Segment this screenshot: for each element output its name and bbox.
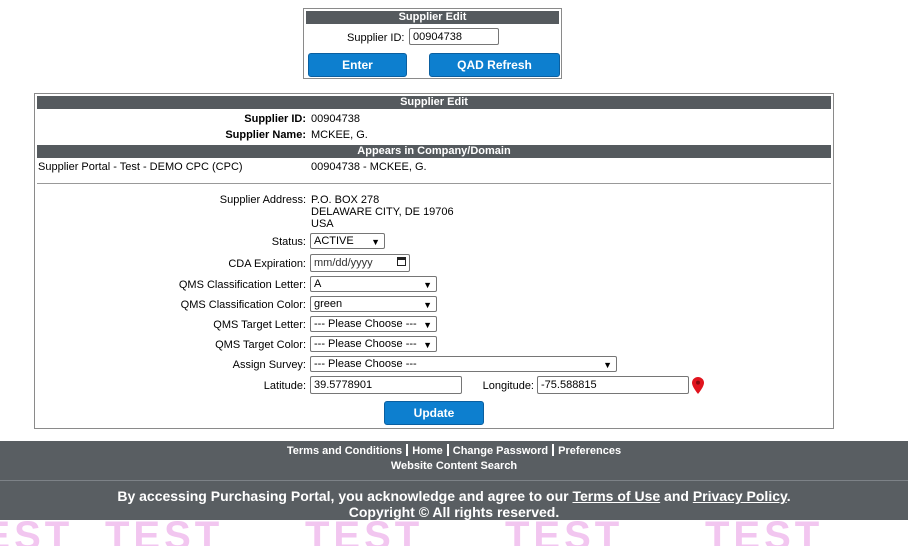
supplier-address-value: P.O. BOX 278 DELAWARE CITY, DE 19706 USA bbox=[311, 194, 454, 230]
lookup-supplier-id-label: Supplier ID: bbox=[347, 32, 405, 44]
enter-button[interactable]: Enter bbox=[308, 53, 407, 77]
footer-links: Terms and Conditions Home Change Password P… bbox=[0, 444, 908, 457]
address-line: DELAWARE CITY, DE 19706 bbox=[311, 206, 454, 218]
supplier-id-value: 00904738 bbox=[311, 113, 360, 125]
watermark-text: TEST bbox=[305, 518, 424, 546]
qms-letter-value: A bbox=[314, 278, 322, 290]
update-button[interactable]: Update bbox=[384, 401, 484, 425]
latitude-label: Latitude: bbox=[263, 380, 306, 392]
status-select[interactable]: ACTIVE ▼ bbox=[310, 233, 385, 249]
watermark-text: TEST bbox=[705, 518, 824, 546]
status-select-value: ACTIVE bbox=[314, 235, 354, 247]
terms-and-conditions-link[interactable]: Terms and Conditions bbox=[287, 445, 402, 457]
supplier-edit-panel: Supplier Edit Supplier ID: 00904738 Supp… bbox=[34, 93, 834, 429]
lookup-header: Supplier Edit bbox=[306, 11, 559, 24]
survey-value: --- Please Choose --- bbox=[314, 358, 417, 370]
target-color-value: --- Please Choose --- bbox=[314, 338, 417, 350]
website-content-search-link[interactable]: Website Content Search bbox=[0, 460, 908, 472]
supplier-name-label: Supplier Name: bbox=[225, 129, 306, 141]
home-link[interactable]: Home bbox=[412, 445, 443, 457]
legal-notice: By accessing Purchasing Portal, you ackn… bbox=[0, 488, 908, 520]
qms-target-color-label: QMS Target Color: bbox=[215, 339, 306, 351]
lookup-supplier-id-input[interactable] bbox=[409, 28, 499, 45]
site-footer: Terms and Conditions Home Change Password P… bbox=[0, 441, 908, 520]
map-marker-icon[interactable] bbox=[692, 377, 704, 394]
qms-classification-letter-label: QMS Classification Letter: bbox=[178, 279, 306, 291]
address-line: P.O. BOX 278 bbox=[311, 194, 380, 206]
chevron-down-icon: ▼ bbox=[423, 320, 432, 330]
link-separator bbox=[552, 444, 555, 456]
qad-refresh-button[interactable]: QAD Refresh bbox=[429, 53, 560, 77]
preferences-link[interactable]: Preferences bbox=[558, 445, 621, 457]
longitude-label: Longitude: bbox=[482, 380, 534, 392]
supplier-lookup-box: Supplier Edit Supplier ID: Enter QAD Ref… bbox=[303, 8, 562, 79]
watermark-text: TEST bbox=[105, 518, 224, 546]
address-line: USA bbox=[311, 218, 334, 230]
qms-target-color-select[interactable]: --- Please Choose --- ▼ bbox=[310, 336, 437, 352]
link-separator bbox=[446, 444, 449, 456]
assign-survey-label: Assign Survey: bbox=[232, 359, 306, 371]
assign-survey-select[interactable]: --- Please Choose --- ▼ bbox=[310, 356, 617, 372]
company-supplier-cell: 00904738 - MCKEE, G. bbox=[311, 161, 427, 173]
company-domain-cell: Supplier Portal - Test - DEMO CPC (CPC) bbox=[38, 161, 243, 173]
qms-target-letter-label: QMS Target Letter: bbox=[213, 319, 306, 331]
target-letter-value: --- Please Choose --- bbox=[314, 318, 417, 330]
chevron-down-icon: ▼ bbox=[603, 360, 612, 370]
terms-of-use-link[interactable]: Terms of Use bbox=[572, 488, 660, 504]
chevron-down-icon: ▼ bbox=[423, 340, 432, 350]
chevron-down-icon: ▼ bbox=[371, 237, 380, 247]
cda-expiration-date-input[interactable]: mm/dd/yyyy bbox=[310, 254, 410, 272]
supplier-edit-header: Supplier Edit bbox=[37, 96, 831, 109]
cda-date-placeholder: mm/dd/yyyy bbox=[314, 257, 373, 269]
qms-classification-letter-select[interactable]: A ▼ bbox=[310, 276, 437, 292]
status-label: Status: bbox=[271, 236, 306, 248]
cda-expiration-label: CDA Expiration: bbox=[228, 258, 306, 270]
legal-period: . bbox=[786, 488, 791, 504]
test-watermark: TEST TEST TEST TEST TEST bbox=[0, 518, 908, 546]
supplier-address-label: Supplier Address: bbox=[219, 194, 306, 206]
privacy-policy-link[interactable]: Privacy Policy bbox=[693, 488, 787, 504]
qms-color-value: green bbox=[314, 298, 343, 310]
change-password-link[interactable]: Change Password bbox=[453, 445, 548, 457]
watermark-text: TEST bbox=[505, 518, 624, 546]
chevron-down-icon: ▼ bbox=[423, 280, 432, 290]
section-divider bbox=[37, 183, 831, 184]
qms-target-letter-select[interactable]: --- Please Choose --- ▼ bbox=[310, 316, 437, 332]
longitude-input[interactable] bbox=[537, 376, 689, 394]
supplier-id-label: Supplier ID: bbox=[244, 113, 306, 125]
qms-classification-color-label: QMS Classification Color: bbox=[180, 299, 306, 311]
watermark-text: TEST bbox=[0, 518, 74, 546]
supplier-name-value: MCKEE, G. bbox=[311, 129, 368, 141]
legal-text: By accessing Purchasing Portal, you ackn… bbox=[117, 488, 573, 504]
appears-in-header: Appears in Company/Domain bbox=[37, 145, 831, 158]
footer-divider bbox=[0, 480, 908, 481]
link-separator bbox=[406, 444, 409, 456]
chevron-down-icon: ▼ bbox=[423, 300, 432, 310]
qms-classification-color-select[interactable]: green ▼ bbox=[310, 296, 437, 312]
calendar-icon[interactable] bbox=[397, 257, 406, 266]
legal-and-text: and bbox=[660, 488, 693, 504]
